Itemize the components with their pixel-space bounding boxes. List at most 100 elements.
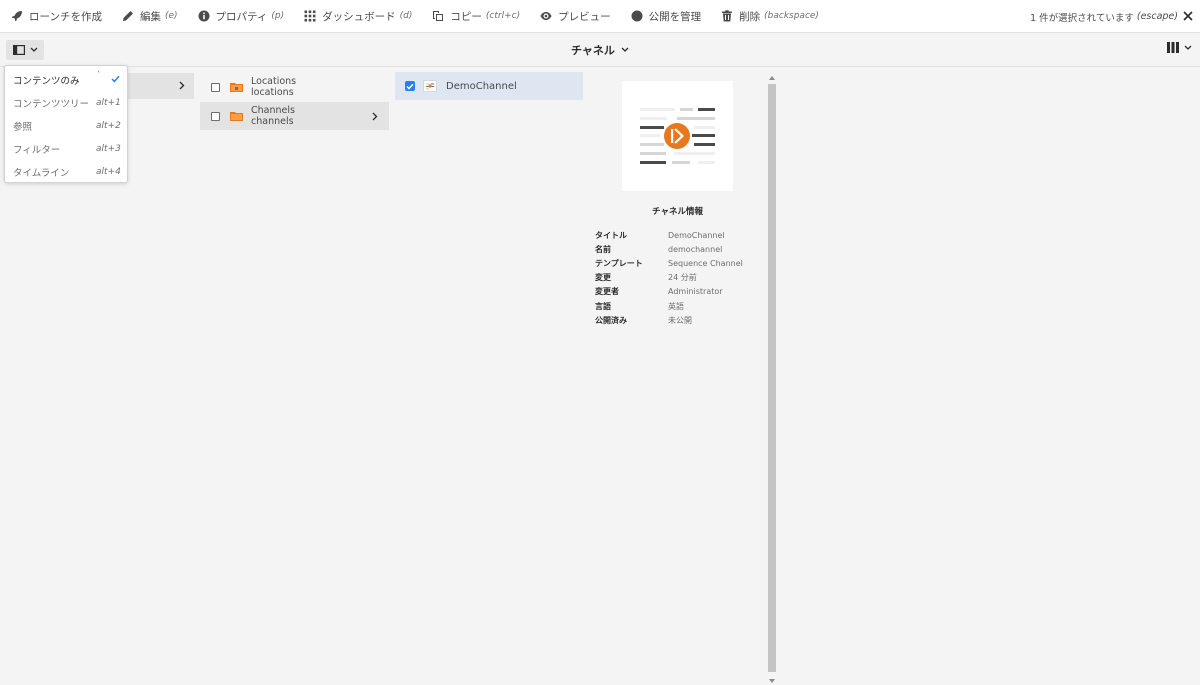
scroll-down-arrow[interactable] bbox=[769, 679, 775, 683]
selection-count-text: 1 件が選択されています bbox=[1030, 12, 1134, 24]
eye-icon bbox=[540, 12, 552, 20]
preview-button[interactable]: プレビュー bbox=[529, 0, 620, 33]
meta-value: 24 分前 bbox=[668, 273, 697, 283]
meta-value: 未公開 bbox=[668, 315, 692, 325]
properties-label: プロパティ bbox=[215, 10, 268, 23]
column-item-channels[interactable]: Channels channels bbox=[200, 102, 389, 130]
chevron-right-icon bbox=[372, 112, 378, 121]
meta-key: 名前 bbox=[595, 244, 611, 254]
item-name: locations bbox=[251, 87, 294, 98]
menu-item-timeline[interactable]: タイムライン alt+4 bbox=[5, 160, 127, 183]
rail-view-menu: コンテンツのみ ` コンテンツツリー alt+1 参照 alt+2 フィルター … bbox=[4, 65, 128, 183]
meta-table: タイトル DemoChannel 名前 demochannel テンプレート Sequ… bbox=[595, 228, 743, 327]
channel-preview-thumbnail bbox=[622, 81, 733, 191]
rocket-icon bbox=[12, 11, 22, 21]
selection-info: 1 件が選択されています (escape) bbox=[1030, 0, 1178, 33]
meta-key: テンプレート bbox=[595, 258, 643, 268]
meta-value: demochannel bbox=[668, 244, 723, 254]
meta-key: 変更 bbox=[595, 273, 611, 283]
copy-icon bbox=[433, 11, 444, 21]
chevron-down-icon bbox=[1184, 45, 1192, 50]
side-panel-icon bbox=[12, 45, 25, 55]
menu-item-label: フィルター bbox=[13, 144, 61, 156]
view-switcher-button[interactable] bbox=[1167, 42, 1192, 53]
channel-sequence-icon bbox=[640, 108, 715, 164]
column-item-text: Locations locations bbox=[251, 76, 296, 98]
meta-value: Administrator bbox=[668, 287, 723, 297]
menu-item-shortcut: alt+4 bbox=[96, 166, 121, 177]
meta-row-modified: 変更 24 分前 bbox=[595, 271, 743, 285]
close-icon[interactable] bbox=[1182, 10, 1194, 22]
page-title-text[interactable]: チャネル bbox=[571, 42, 615, 58]
chevron-down-icon bbox=[30, 47, 37, 52]
column-item-text: Channels channels bbox=[251, 105, 295, 127]
item-title: Locations bbox=[251, 76, 297, 87]
chevron-down-icon[interactable] bbox=[621, 47, 629, 53]
menu-item-content-only[interactable]: コンテンツのみ ` bbox=[5, 68, 127, 91]
info-icon bbox=[198, 10, 210, 22]
meta-key: 変更者 bbox=[595, 287, 619, 297]
scrollbar-thumb[interactable] bbox=[768, 84, 776, 672]
globe-icon bbox=[631, 10, 643, 22]
menu-item-shortcut: ` bbox=[96, 71, 101, 81]
copy-button[interactable]: コピー (ctrl+c) bbox=[421, 0, 529, 33]
column-item-locations[interactable]: Locations locations bbox=[200, 73, 389, 101]
meta-row-name: 名前 demochannel bbox=[595, 242, 743, 256]
column-item-title: DemoChannel bbox=[446, 80, 517, 92]
meta-heading: チャネル情報 bbox=[652, 207, 703, 217]
menu-item-references[interactable]: 参照 alt+2 bbox=[5, 114, 127, 137]
menu-item-content-tree[interactable]: コンテンツツリー alt+1 bbox=[5, 91, 127, 114]
page-title: チャネル bbox=[0, 33, 1200, 67]
row-checkbox-checked[interactable] bbox=[405, 81, 415, 91]
grid-icon bbox=[304, 10, 316, 22]
menu-item-shortcut: alt+1 bbox=[96, 97, 121, 108]
vertical-scrollbar[interactable] bbox=[767, 74, 776, 684]
meta-value: DemoChannel bbox=[668, 230, 725, 240]
trash-icon bbox=[722, 10, 733, 22]
meta-row-template: テンプレート Sequence Channel bbox=[595, 256, 743, 270]
row-checkbox[interactable] bbox=[211, 82, 220, 92]
channel-thumbnail-icon bbox=[423, 80, 437, 92]
folder-icon bbox=[230, 112, 243, 121]
chevron-right-icon bbox=[179, 81, 185, 90]
scroll-up-arrow[interactable] bbox=[769, 76, 775, 80]
edit-label: 編集 bbox=[139, 10, 161, 23]
manage-publication-button[interactable]: 公開を管理 bbox=[620, 0, 711, 33]
delete-shortcut: (backspace) bbox=[764, 11, 819, 21]
delete-label: 削除 bbox=[739, 10, 761, 23]
edit-shortcut: (e) bbox=[164, 11, 178, 21]
menu-item-label: タイムライン bbox=[13, 167, 70, 179]
copy-label: コピー bbox=[450, 10, 482, 23]
menu-item-label: コンテンツツリー bbox=[13, 98, 90, 110]
meta-row-modified-by: 変更者 Administrator bbox=[595, 285, 743, 299]
column1-active-item[interactable] bbox=[120, 73, 194, 99]
dashboard-button[interactable]: ダッシュボード (d) bbox=[293, 0, 421, 33]
menu-item-filter[interactable]: フィルター alt+3 bbox=[5, 137, 127, 160]
meta-value: 英語 bbox=[668, 301, 684, 311]
column-item-demochannel[interactable]: DemoChannel bbox=[395, 72, 583, 100]
rail-toggle-button[interactable] bbox=[6, 40, 44, 60]
meta-row-language: 言語 英語 bbox=[595, 299, 743, 313]
pencil-icon bbox=[122, 11, 133, 21]
preview-label: プレビュー bbox=[558, 10, 611, 23]
header-bar: チャネル bbox=[0, 33, 1200, 67]
meta-value: Sequence Channel bbox=[668, 258, 743, 268]
properties-shortcut: (p) bbox=[271, 11, 285, 21]
action-bar: ローンチを作成 編集 (e) プロパティ (p) ダッシュボード (d) コピー… bbox=[0, 0, 1200, 33]
copy-shortcut: (ctrl+c) bbox=[485, 11, 521, 21]
checkmark-icon bbox=[111, 75, 120, 83]
properties-button[interactable]: プロパティ (p) bbox=[187, 0, 294, 33]
dashboard-label: ダッシュボード bbox=[322, 10, 396, 23]
edit-button[interactable]: 編集 (e) bbox=[111, 0, 187, 33]
delete-button[interactable]: 削除 (backspace) bbox=[710, 0, 828, 33]
create-launch-label: ローンチを作成 bbox=[29, 10, 102, 23]
menu-item-label: 参照 bbox=[13, 121, 33, 133]
manage-publication-label: 公開を管理 bbox=[648, 10, 702, 23]
row-checkbox[interactable] bbox=[211, 111, 220, 121]
meta-key: 公開済み bbox=[595, 315, 627, 325]
column-view-icon bbox=[1167, 42, 1179, 53]
selection-shortcut: (escape) bbox=[1136, 11, 1178, 22]
dashboard-shortcut: (d) bbox=[399, 11, 413, 21]
create-launch-button[interactable]: ローンチを作成 bbox=[0, 0, 111, 33]
menu-item-shortcut: alt+3 bbox=[96, 143, 121, 154]
